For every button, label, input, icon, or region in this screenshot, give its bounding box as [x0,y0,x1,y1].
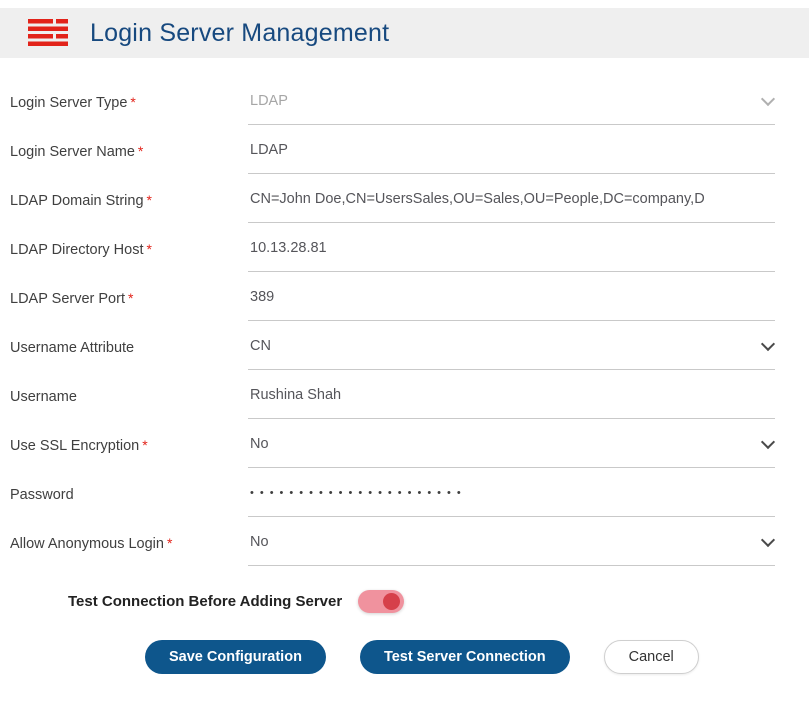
username-input[interactable] [250,387,773,403]
server-stack-icon [28,19,68,47]
password-input[interactable] [250,487,773,499]
chevron-down-icon [761,92,775,106]
ldap-domain-string-input[interactable] [250,191,773,207]
login-server-name-field[interactable] [248,137,775,174]
required-asterisk: * [130,94,135,110]
required-asterisk: * [147,192,152,208]
field-label: Login Server Type* [10,94,248,125]
field-label-text: Login Server Type [10,95,127,111]
save-configuration-button[interactable]: Save Configuration [145,640,326,674]
field-row-use-ssl-encryption: Use SSL Encryption* No [10,419,775,468]
use-ssl-encryption-select[interactable]: No [248,431,775,468]
required-asterisk: * [167,535,172,551]
password-field[interactable] [248,480,775,517]
page-title: Login Server Management [90,19,389,48]
select-value: No [250,436,269,452]
required-asterisk: * [128,290,133,306]
field-row-login-server-type: Login Server Type* LDAP [10,76,775,125]
select-value: CN [250,338,271,354]
field-label: Allow Anonymous Login* [10,535,248,566]
field-label: Username [10,389,248,419]
allow-anonymous-login-select[interactable]: No [248,529,775,566]
login-server-type-select[interactable]: LDAP [248,88,775,125]
chevron-down-icon [761,533,775,547]
field-label: LDAP Domain String* [10,192,248,223]
field-label-text: Allow Anonymous Login [10,536,164,552]
chevron-down-icon [761,337,775,351]
field-label-text: Password [10,487,74,503]
field-label: LDAP Directory Host* [10,241,248,272]
page-header: Login Server Management [0,8,809,58]
field-label: Login Server Name* [10,143,248,174]
login-server-name-input[interactable] [250,142,773,158]
required-asterisk: * [142,437,147,453]
form-actions: Save Configuration Test Server Connectio… [145,640,775,674]
test-connection-toggle-row: Test Connection Before Adding Server [68,590,775,613]
chevron-down-icon [761,435,775,449]
username-field[interactable] [248,382,775,419]
field-row-login-server-name: Login Server Name* [10,125,775,174]
required-asterisk: * [147,241,152,257]
field-label-text: LDAP Server Port [10,291,125,307]
field-row-password: Password [10,468,775,517]
required-asterisk: * [138,143,143,159]
ldap-directory-host-field[interactable] [248,235,775,272]
test-connection-toggle[interactable] [358,590,404,613]
field-label-text: LDAP Domain String [10,193,144,209]
field-row-ldap-server-port: LDAP Server Port* [10,272,775,321]
field-label: Username Attribute [10,340,248,370]
field-row-allow-anonymous-login: Allow Anonymous Login* No [10,517,775,566]
username-attribute-select[interactable]: CN [248,333,775,370]
login-server-management-page: Login Server Management Login Server Typ… [0,8,809,674]
ldap-server-port-input[interactable] [250,289,773,305]
ldap-server-port-field[interactable] [248,284,775,321]
ldap-domain-string-field[interactable] [248,186,775,223]
field-row-ldap-directory-host: LDAP Directory Host* [10,223,775,272]
field-label: Use SSL Encryption* [10,437,248,468]
field-label: LDAP Server Port* [10,290,248,321]
field-label-text: Username [10,389,77,405]
field-row-username-attribute: Username Attribute CN [10,321,775,370]
test-server-connection-button[interactable]: Test Server Connection [360,640,570,674]
cancel-button[interactable]: Cancel [604,640,699,674]
field-label-text: Username Attribute [10,340,134,356]
field-row-ldap-domain-string: LDAP Domain String* [10,174,775,223]
field-label-text: Use SSL Encryption [10,438,139,454]
field-label-text: LDAP Directory Host [10,242,144,258]
select-value: LDAP [250,93,288,109]
ldap-directory-host-input[interactable] [250,240,773,256]
field-label: Password [10,487,248,517]
test-connection-toggle-label: Test Connection Before Adding Server [68,593,342,610]
field-row-username: Username [10,370,775,419]
field-label-text: Login Server Name [10,144,135,160]
login-server-form: Login Server Type* LDAP Login Server Nam… [0,58,809,674]
select-value: No [250,534,269,550]
toggle-knob [383,593,400,610]
